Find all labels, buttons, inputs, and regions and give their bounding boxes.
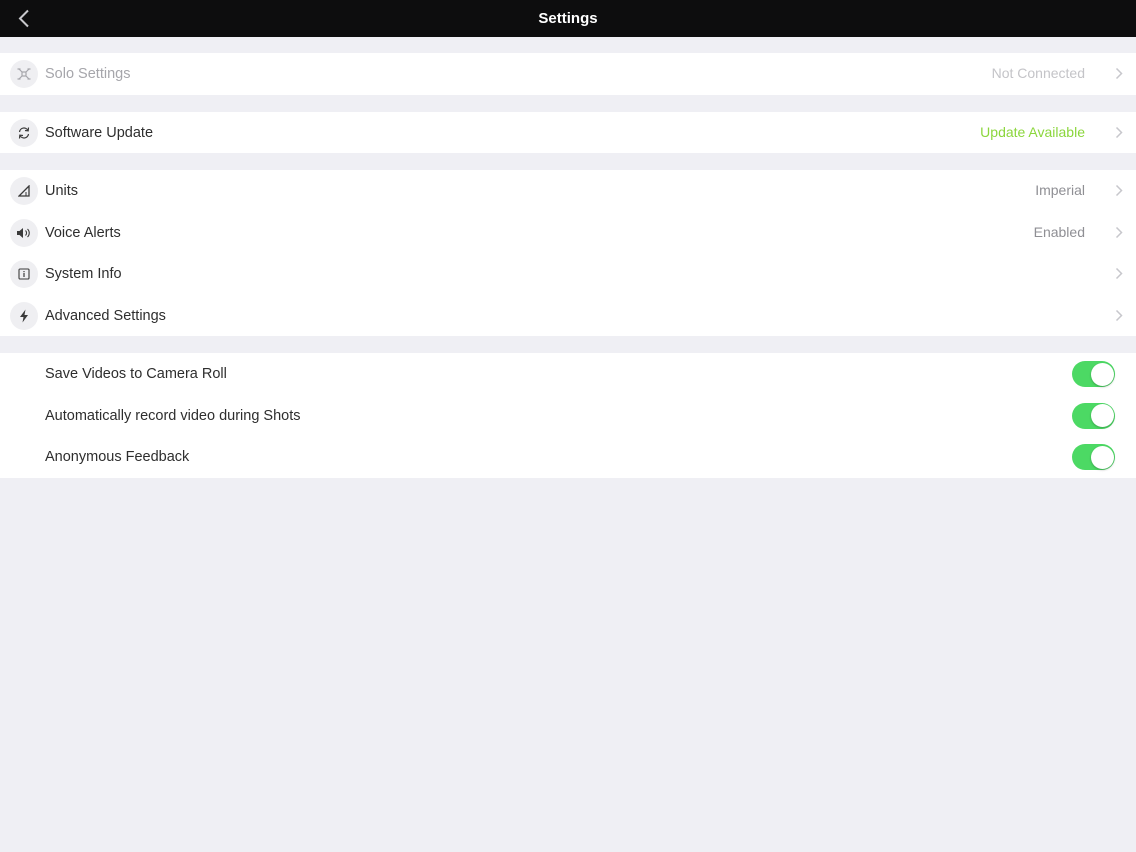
- auto-record-label: Automatically record video during Shots: [45, 407, 301, 424]
- software-update-group: Software Update Update Available: [0, 111, 1136, 154]
- auto-record-toggle[interactable]: [1072, 402, 1115, 429]
- advanced-settings-row[interactable]: Advanced Settings: [0, 295, 1136, 337]
- navigation-bar: Settings: [0, 0, 1136, 37]
- toggle-settings-group: Save Videos to Camera Roll Automatically…: [0, 353, 1136, 478]
- chevron-right-icon: [1115, 184, 1123, 197]
- refresh-icon: [10, 118, 38, 147]
- voice-alerts-row[interactable]: Voice Alerts Enabled: [0, 212, 1136, 254]
- chevron-right-icon: [1115, 309, 1123, 321]
- page-title: Settings: [538, 10, 598, 27]
- auto-record-row: Automatically record video during Shots: [0, 395, 1136, 437]
- toggle-knob: [1090, 445, 1114, 469]
- toggle-knob: [1090, 362, 1114, 386]
- info-icon: [10, 260, 38, 289]
- anonymous-feedback-toggle[interactable]: [1072, 444, 1115, 471]
- software-update-row[interactable]: Software Update Update Available: [0, 112, 1136, 154]
- units-row[interactable]: Units Imperial: [0, 170, 1136, 212]
- ruler-triangle-icon: [10, 177, 38, 205]
- system-info-row[interactable]: System Info: [0, 253, 1136, 295]
- advanced-settings-label: Advanced Settings: [45, 307, 166, 324]
- lightning-icon: [10, 301, 38, 330]
- voice-alerts-value: Enabled: [1033, 223, 1085, 240]
- solo-settings-row[interactable]: Solo Settings Not Connected: [0, 53, 1136, 95]
- anonymous-feedback-label: Anonymous Feedback: [45, 449, 190, 466]
- chevron-right-icon: [1115, 268, 1123, 280]
- solo-settings-label: Solo Settings: [45, 66, 131, 82]
- voice-alerts-label: Voice Alerts: [45, 224, 121, 241]
- chevron-right-icon: [1115, 67, 1123, 80]
- system-info-label: System Info: [45, 266, 122, 283]
- chevron-right-icon: [1115, 226, 1123, 238]
- save-videos-toggle[interactable]: [1072, 361, 1115, 387]
- update-available-status: Update Available: [980, 123, 1085, 140]
- save-videos-row: Save Videos to Camera Roll: [0, 353, 1136, 395]
- software-update-label: Software Update: [45, 124, 154, 141]
- speaker-icon: [10, 218, 38, 247]
- units-value: Imperial: [1035, 182, 1085, 198]
- solo-settings-status: Not Connected: [991, 65, 1085, 81]
- units-label: Units: [45, 183, 79, 199]
- chevron-right-icon: [1115, 126, 1123, 138]
- anonymous-feedback-row: Anonymous Feedback: [0, 436, 1136, 478]
- drone-icon: [10, 60, 38, 88]
- solo-settings-group: Solo Settings Not Connected: [0, 53, 1136, 95]
- save-videos-label: Save Videos to Camera Roll: [45, 366, 227, 382]
- toggle-knob: [1090, 404, 1114, 428]
- general-settings-group: Units Imperial Voice Alerts Enabled Syst…: [0, 170, 1136, 337]
